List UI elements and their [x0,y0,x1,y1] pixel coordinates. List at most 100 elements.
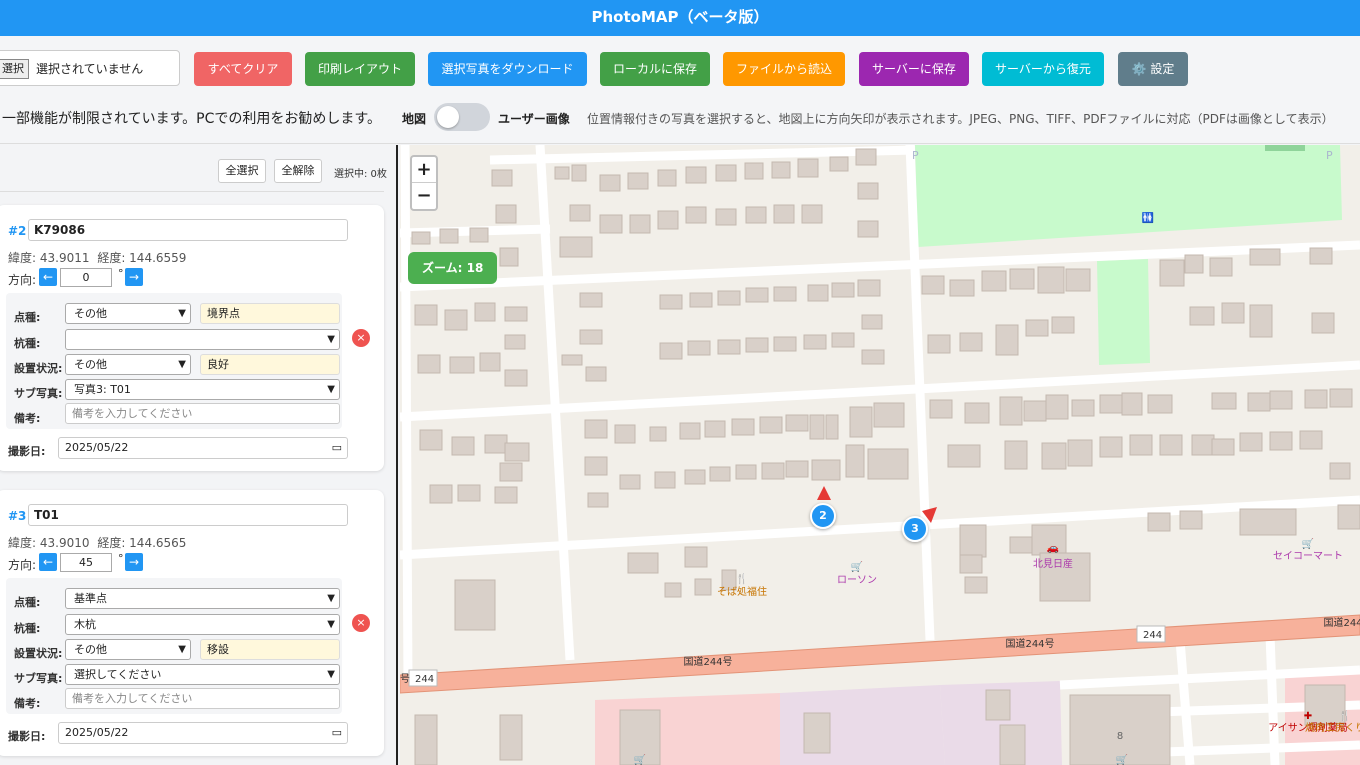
install-status-extra-input[interactable]: 移設 [200,639,340,660]
yakiniku-label: 焼肉工房くりから [1305,721,1360,734]
road-label: 国道244号 [1005,637,1054,650]
restaurant-icon: 🍴 [1339,709,1351,722]
chevron-down-icon: ▼ [178,644,186,655]
direction-label: 方向: [8,558,37,572]
note-input[interactable]: 備考を入力してください [65,403,340,424]
degree-symbol: ° [118,267,124,280]
point-type-extra-input[interactable]: 境界点 [200,303,340,324]
direction-input[interactable]: 45 [60,553,112,572]
park-area [1097,259,1150,365]
calendar-icon: ▭ [331,726,342,739]
latitude: 緯度: 43.9011 [8,251,90,265]
attribute-fields: 点種: 基準点 ▼ 杭種: 木杭 ▼ 設置状況: その他 ▼ 移設 サブ写真: 選択し… [6,578,342,714]
sub-photo-select[interactable]: 選択してください ▼ [65,664,340,685]
direction-input[interactable]: 0 [60,268,112,287]
save-server-button[interactable]: サーバーに保存 [859,52,969,86]
point-type-select[interactable]: 基準点 ▼ [65,588,340,609]
date-label: 撮影日: [8,730,46,743]
lawson-label: ローソン [837,575,877,586]
map-view[interactable]: P P 🚻 🍴 そば処福住 🛒 ローソン 🚗 北見日産 🛒 セイコーマート ✚ … [400,145,1360,765]
install-status-select[interactable]: その他 ▼ [65,639,191,660]
save-local-button[interactable]: ローカルに保存 [600,52,710,86]
point-type-select[interactable]: その他 ▼ [65,303,191,324]
sub-photo-select[interactable]: 写真3: T01 ▼ [65,379,340,400]
note-input[interactable]: 備考を入力してください [65,688,340,709]
car-icon: 🚗 [1047,543,1059,554]
select-all-button[interactable]: 全選択 [218,159,266,183]
stake-type-select[interactable]: 木杭 ▼ [65,614,340,635]
photo-marker-3[interactable]: 3 [902,516,928,542]
map-tiles: P P 🚻 🍴 そば処福住 🛒 ローソン 🚗 北見日産 🛒 セイコーマート ✚ … [400,145,1360,765]
rotate-left-button[interactable]: ← [39,553,57,571]
photo-list-panel: 全選択 全解除 選択中: 0枚 #2 K79086 緯度: 43.9011 経度… [0,145,398,765]
stake-type-label: 杭種: [14,622,41,635]
sub-photo-label: サブ写真: [14,672,63,685]
route-shield: 244 [1143,630,1162,641]
deselect-all-button[interactable]: 全解除 [274,159,322,183]
zoom-level-badge: ズーム: 18 [408,252,498,284]
chevron-down-icon: ▼ [327,669,335,680]
shop-icon: 🛒 [1116,753,1128,765]
rotate-right-button[interactable]: → [125,268,143,286]
load-file-button[interactable]: ファイルから読込 [723,52,845,86]
note-label: 備考: [14,412,41,425]
usage-hint: 位置情報付きの写真を選択すると、地図上に方向矢印が表示されます。JPEG、PNG… [587,112,1334,126]
install-status-label: 設置状況: [14,362,63,375]
seicomart-label: セイコーマート [1273,550,1343,562]
photo-marker-2[interactable]: 2 [810,503,836,529]
chevron-down-icon: ▼ [178,308,186,319]
file-select-button[interactable]: 選択 [0,59,29,79]
coordinates: 緯度: 43.9011 経度: 144.6559 [8,249,190,266]
photo-number: #2 [8,224,27,238]
date-input[interactable]: 2025/05/22 ▭ [58,437,348,459]
degree-symbol: ° [118,552,124,565]
file-picker[interactable]: 選択 選択されていません [0,50,180,86]
parking-icon: P [912,149,919,162]
latitude: 緯度: 43.9010 [8,536,90,550]
print-layout-button[interactable]: 印刷レイアウト [305,52,415,86]
shop-icon: 🛒 [851,560,863,573]
road-label: 号 [400,673,410,685]
zoom-out-button[interactable]: − [412,183,436,209]
shop-icon: 🛒 [634,753,646,765]
chevron-down-icon: ▼ [327,593,335,604]
toggle-label-user-image: ユーザー画像 [498,112,570,126]
date-label: 撮影日: [8,445,46,458]
date-input[interactable]: 2025/05/22 ▭ [58,722,348,744]
toggle-knob [437,106,459,128]
settings-button[interactable]: ⚙️ 設定 [1118,52,1188,86]
app-title: PhotoMAP（ベータ版） [0,0,1360,36]
zoom-control: + − [410,155,438,211]
photo-number: #3 [8,509,27,523]
chevron-down-icon: ▼ [327,384,335,395]
restore-server-button[interactable]: サーバーから復元 [982,52,1104,86]
road-label: 国道244号 [683,655,732,668]
clear-all-button[interactable]: すべてクリア [194,52,292,86]
delete-stake-button[interactable]: × [352,329,370,347]
direction-label: 方向: [8,273,37,287]
rotate-right-button[interactable]: → [125,553,143,571]
install-status-extra-input[interactable]: 良好 [200,354,340,375]
point-type-label: 点種: [14,311,41,324]
parking-icon: P [1326,149,1333,162]
chevron-down-icon: ▼ [327,619,335,630]
rotate-left-button[interactable]: ← [39,268,57,286]
stake-type-select[interactable]: ▼ [65,329,340,350]
install-status-label: 設置状況: [14,647,63,660]
install-status-select[interactable]: その他 ▼ [65,354,191,375]
toolbar: 選択 選択されていません すべてクリア 印刷レイアウト 選択写真をダウンロード … [0,36,1360,144]
attribute-fields: 点種: その他 ▼ 境界点 杭種: ▼ 設置状況: その他 ▼ 良好 サブ写真: 写… [6,293,342,429]
delete-stake-button[interactable]: × [352,614,370,632]
chevron-down-icon: ▼ [327,334,335,345]
selected-count: 選択中: 0枚 [334,169,387,180]
soba-label: そば処福住 [717,585,767,598]
sub-photo-label: サブ写真: [14,387,63,400]
point-type-label: 点種: [14,596,41,609]
point-id-input[interactable]: T01 [28,504,348,526]
point-id-input[interactable]: K79086 [28,219,348,241]
download-selected-button[interactable]: 選択写真をダウンロード [428,52,587,86]
map-image-toggle[interactable] [434,103,490,131]
stake-type-label: 杭種: [14,337,41,350]
zoom-in-button[interactable]: + [412,157,436,183]
calendar-icon: ▭ [331,441,342,454]
